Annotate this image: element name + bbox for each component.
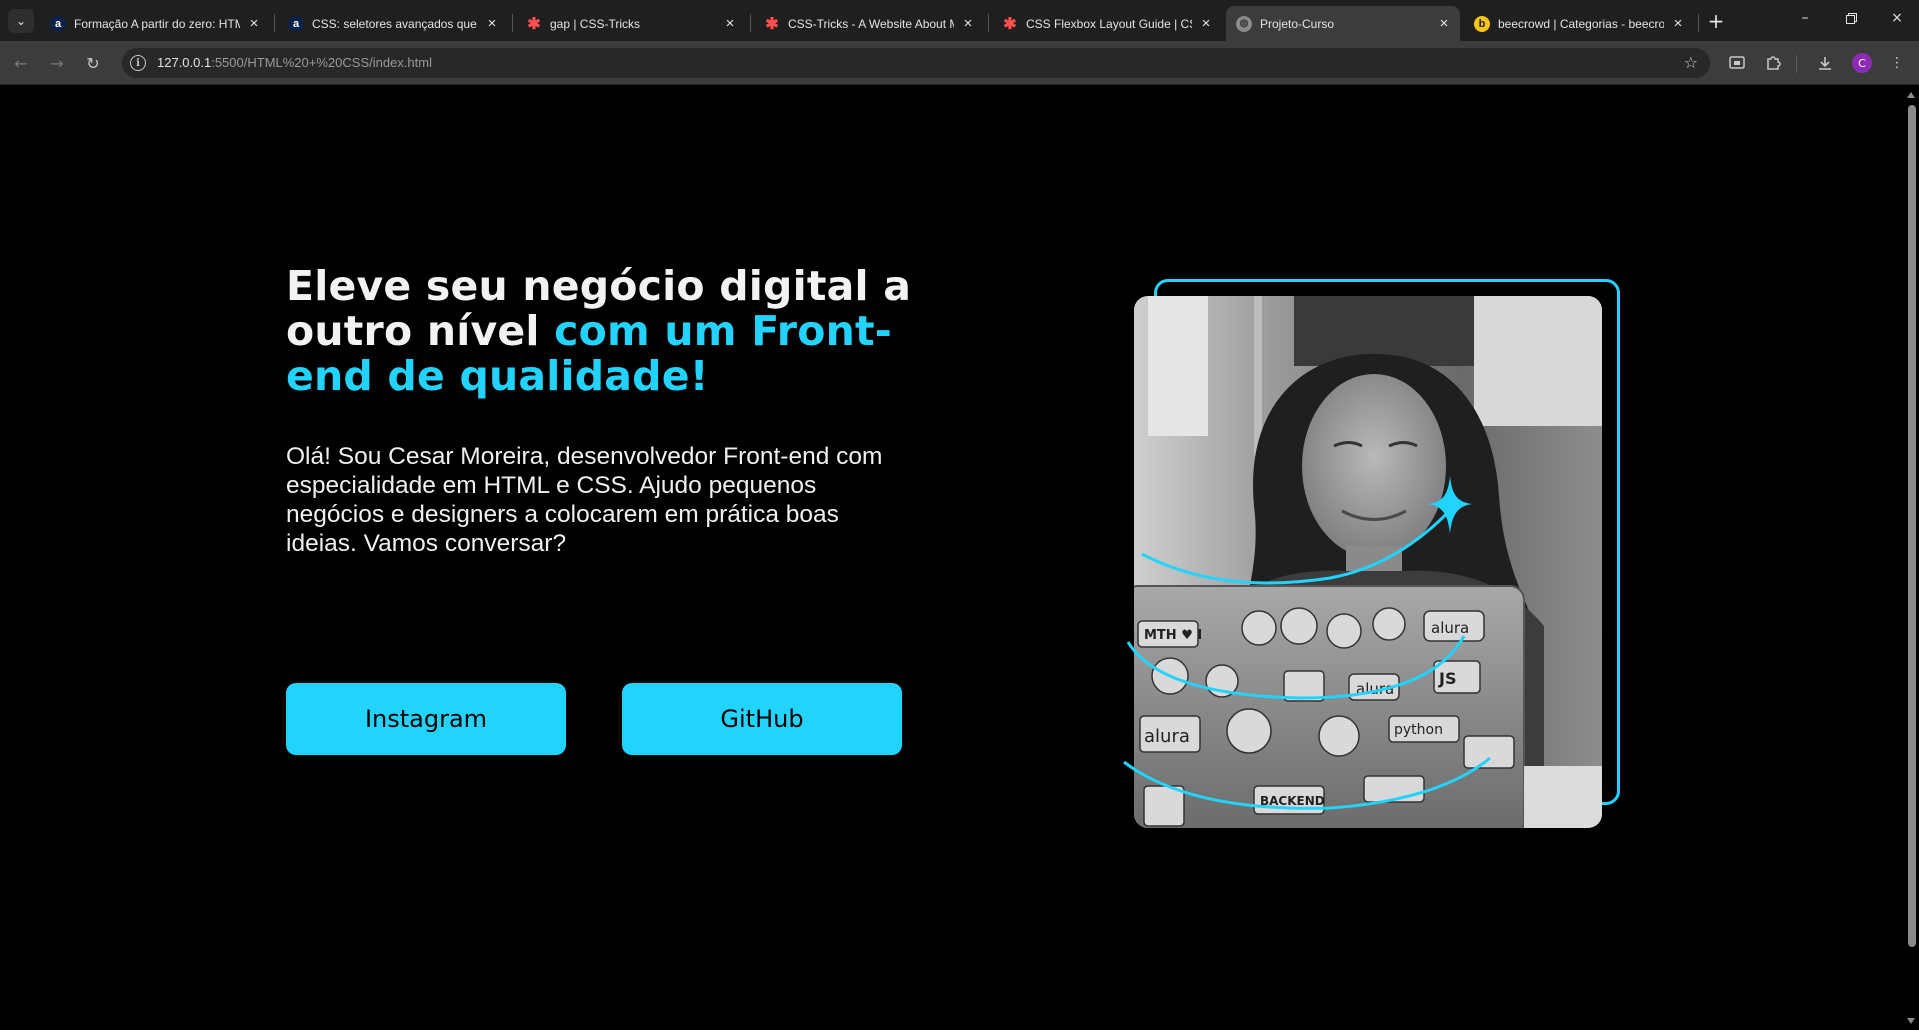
svg-text:JS: JS [1438,669,1456,688]
tab-title: CSS-Tricks - A Website About M [788,16,954,31]
svg-text:BACKEND: BACKEND [1260,794,1325,808]
svg-text:alura: alura [1356,680,1394,698]
back-arrow-icon[interactable]: ← [8,50,34,76]
close-icon[interactable]: × [484,15,500,32]
forward-arrow-icon[interactable]: → [44,50,70,76]
tab-flexbox-guide[interactable]: ✱ CSS Flexbox Layout Guide | CSS × [992,6,1222,41]
close-icon[interactable]: × [1198,15,1214,32]
close-icon[interactable]: × [1670,15,1686,32]
close-icon[interactable]: × [722,15,738,32]
tab-title: beecrowd | Categorias - beecro [1498,16,1664,31]
kebab-menu-icon[interactable]: ⋮ [1886,52,1908,74]
svg-text:MTH ♥ I: MTH ♥ I [1144,628,1202,643]
minimize-icon[interactable]: – [1782,0,1828,36]
hero-photo: MTH ♥ I alura alura JS alura python BACK… [1134,296,1602,828]
cast-icon[interactable] [1726,52,1748,74]
alura-favicon-icon: a [50,15,66,32]
url-text[interactable]: 127.0.0.1:5500/HTML%20+%20CSS/index.html [157,55,432,70]
tab-title: Projeto-Curso [1260,16,1335,31]
css-tricks-favicon-icon: ✱ [527,15,541,33]
tab-separator [1698,14,1699,32]
puzzle-icon[interactable] [1762,52,1784,74]
social-buttons: Instagram GitHub [286,683,902,755]
tab-title: CSS Flexbox Layout Guide | CSS [1026,16,1192,31]
profile-avatar[interactable]: C [1852,53,1872,73]
css-tricks-favicon-icon: ✱ [765,15,779,33]
tab-css-tricks-home[interactable]: ✱ CSS-Tricks - A Website About M × [754,6,984,41]
tab-separator [988,14,989,32]
browser-toolbar: ← → ↻ i 127.0.0.1:5500/HTML%20+%20CSS/in… [0,41,1919,85]
tab-separator [750,14,751,32]
tab-title: CSS: seletores avançados que fa [312,16,478,31]
hero-text: Eleve seu negócio digital a outro nível … [286,264,926,558]
chevron-down-icon[interactable]: ⌄ [8,9,34,33]
svg-text:python: python [1394,722,1443,738]
info-icon[interactable]: i [130,55,146,71]
close-icon[interactable]: × [1874,0,1919,36]
instagram-button[interactable]: Instagram [286,683,566,755]
plus-icon[interactable]: + [1704,9,1728,33]
address-bar[interactable]: i 127.0.0.1:5500/HTML%20+%20CSS/index.ht… [122,48,1710,78]
url-host: 127.0.0.1 [157,55,212,70]
css-tricks-favicon-icon: ✱ [1003,15,1017,33]
github-button[interactable]: GitHub [622,683,902,755]
reload-icon[interactable]: ↻ [80,50,106,76]
download-icon[interactable] [1814,52,1836,74]
scrollbar-thumb[interactable] [1908,105,1916,947]
tab-strip: ⌄ a Formação A partir do zero: HTM × a C… [0,0,1919,41]
globe-icon: ◍ [1236,15,1252,32]
page-scrollbar[interactable] [1904,86,1919,1030]
scroll-up-arrow-icon[interactable] [1907,92,1915,98]
hero-intro: Olá! Sou Cesar Moreira, desenvolvedor Fr… [286,443,883,557]
hero-photo-image: MTH ♥ I alura alura JS alura python BACK… [1134,296,1602,828]
scroll-down-arrow-icon[interactable] [1907,1018,1915,1024]
hero-headline: Eleve seu negócio digital a outro nível … [286,264,926,399]
svg-text:alura: alura [1144,726,1190,747]
tab-separator [512,14,513,32]
url-path: :5500/HTML%20+%20CSS/index.html [211,55,432,70]
beecrowd-favicon-icon: b [1474,15,1490,32]
restore-icon[interactable] [1828,0,1874,36]
close-icon[interactable]: × [246,15,262,32]
tab-title: Formação A partir do zero: HTM [74,16,240,31]
tab-formacao[interactable]: a Formação A partir do zero: HTM × [40,6,270,41]
tab-title: gap | CSS-Tricks [550,16,641,31]
tab-css-seletores[interactable]: a CSS: seletores avançados que fa × [278,6,508,41]
tab-beecrowd[interactable]: b beecrowd | Categorias - beecro × [1464,6,1694,41]
star-icon[interactable]: ☆ [1684,53,1698,72]
close-icon[interactable]: × [960,15,976,32]
tab-separator [274,14,275,32]
svg-text:alura: alura [1431,619,1469,637]
tab-gap-css-tricks[interactable]: ✱ gap | CSS-Tricks × [516,6,746,41]
toolbar-separator [1796,55,1797,73]
alura-favicon-icon: a [288,15,304,32]
close-icon[interactable]: × [1436,15,1452,32]
tab-projeto-curso[interactable]: ◍ Projeto-Curso × [1226,6,1460,41]
